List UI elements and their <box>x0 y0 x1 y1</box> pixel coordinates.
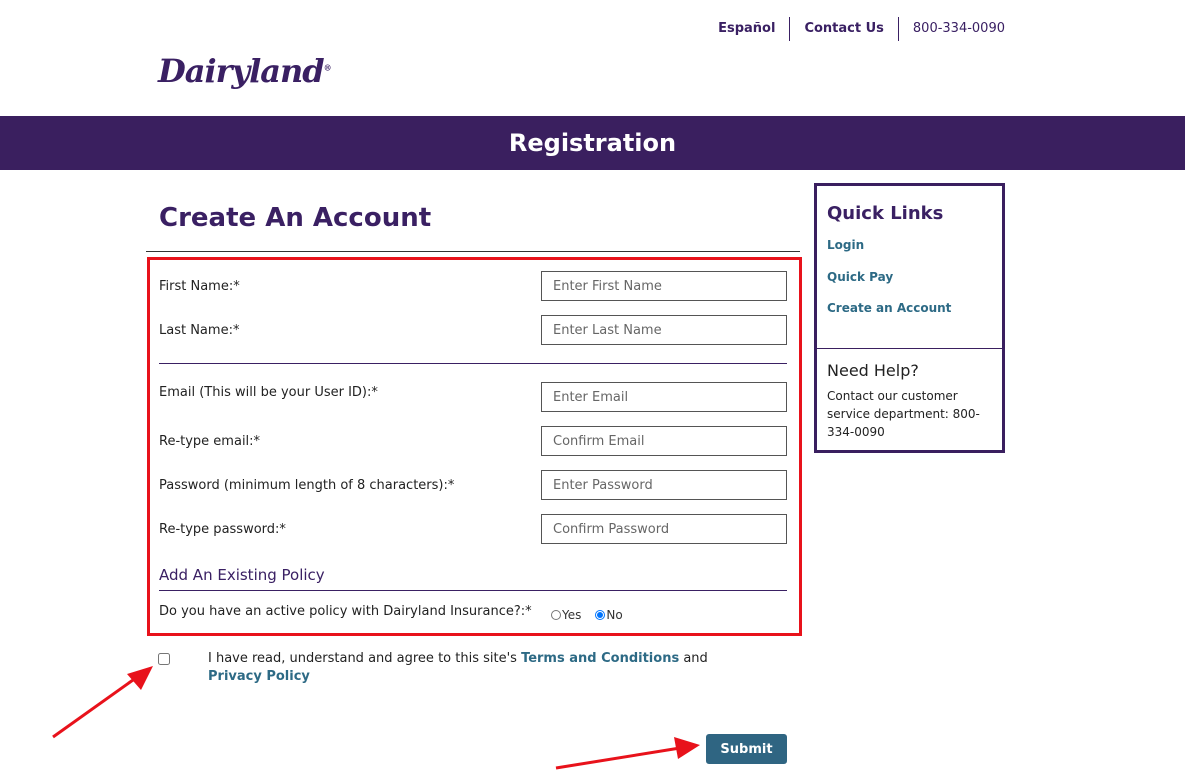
agree-and-text: and <box>679 651 708 666</box>
quick-pay-link[interactable]: Quick Pay <box>827 270 893 284</box>
last-name-label: Last Name:* <box>159 323 240 338</box>
arrow-to-checkbox-icon <box>52 666 153 739</box>
quick-links-title: Quick Links <box>827 203 944 224</box>
first-name-row: First Name:* <box>159 271 787 301</box>
policy-radio-group: Yes No <box>551 608 623 622</box>
policy-no-radio[interactable] <box>595 610 606 620</box>
top-nav: Español Contact Us 800-334-0090 <box>704 17 1005 41</box>
policy-yes-option[interactable]: Yes <box>551 608 581 622</box>
password-label: Password (minimum length of 8 characters… <box>159 478 455 493</box>
retype-email-label: Re-type email:* <box>159 434 261 449</box>
page-banner: Registration <box>0 116 1185 170</box>
yes-label: Yes <box>562 608 582 622</box>
confirm-email-input[interactable] <box>541 426 787 456</box>
policy-question-row: Do you have an active policy with Dairyl… <box>159 596 787 626</box>
terms-link[interactable]: Terms and Conditions <box>521 651 679 666</box>
espanol-link[interactable]: Español <box>704 18 789 40</box>
dairyland-logo[interactable]: Dairyland® <box>158 52 332 90</box>
contact-us-link[interactable]: Contact Us <box>790 18 897 40</box>
submit-button[interactable]: Submit <box>706 734 787 764</box>
email-row: Email (This will be your User ID):* <box>159 382 787 412</box>
arrow-to-submit-icon <box>555 737 700 770</box>
agree-text-prefix: I have read, understand and agree to thi… <box>208 651 522 666</box>
title-divider <box>146 251 800 252</box>
page-title: Create An Account <box>159 203 432 233</box>
terms-agreement: I have read, understand and agree to thi… <box>158 650 718 686</box>
phone-link[interactable]: 800-334-0090 <box>899 18 1005 40</box>
registration-form: First Name:* Last Name:* Email (This wil… <box>147 257 802 636</box>
help-text: Contact our customer service department:… <box>827 389 980 439</box>
policy-divider <box>159 590 787 591</box>
confirm-password-input[interactable] <box>541 514 787 544</box>
create-account-link[interactable]: Create an Account <box>827 301 951 315</box>
login-link[interactable]: Login <box>827 238 864 252</box>
agree-text: I have read, understand and agree to thi… <box>208 650 718 686</box>
policy-no-option[interactable]: No <box>595 608 623 622</box>
email-label: Email (This will be your User ID):* <box>159 385 378 400</box>
no-label: No <box>606 608 623 622</box>
quick-links-panel: Quick Links Login Quick Pay Create an Ac… <box>814 183 1005 453</box>
retype-email-row: Re-type email:* <box>159 426 787 456</box>
need-help-title: Need Help? <box>827 361 919 380</box>
last-name-row: Last Name:* <box>159 315 787 345</box>
email-input[interactable] <box>541 382 787 412</box>
last-name-input[interactable] <box>541 315 787 345</box>
policy-question-label: Do you have an active policy with Dairyl… <box>159 604 532 619</box>
policy-yes-radio[interactable] <box>551 610 561 620</box>
retype-password-label: Re-type password:* <box>159 522 286 537</box>
first-name-input[interactable] <box>541 271 787 301</box>
privacy-policy-link[interactable]: Privacy Policy <box>208 669 310 684</box>
policy-section-title: Add An Existing Policy <box>159 566 325 584</box>
first-name-label: First Name:* <box>159 279 240 294</box>
password-row: Password (minimum length of 8 characters… <box>159 470 787 500</box>
logo-text: Dairyland <box>158 52 325 90</box>
retype-password-row: Re-type password:* <box>159 514 787 544</box>
sidebar-divider <box>817 348 1002 349</box>
registered-mark: ® <box>323 62 332 73</box>
password-input[interactable] <box>541 470 787 500</box>
form-divider <box>159 363 787 364</box>
